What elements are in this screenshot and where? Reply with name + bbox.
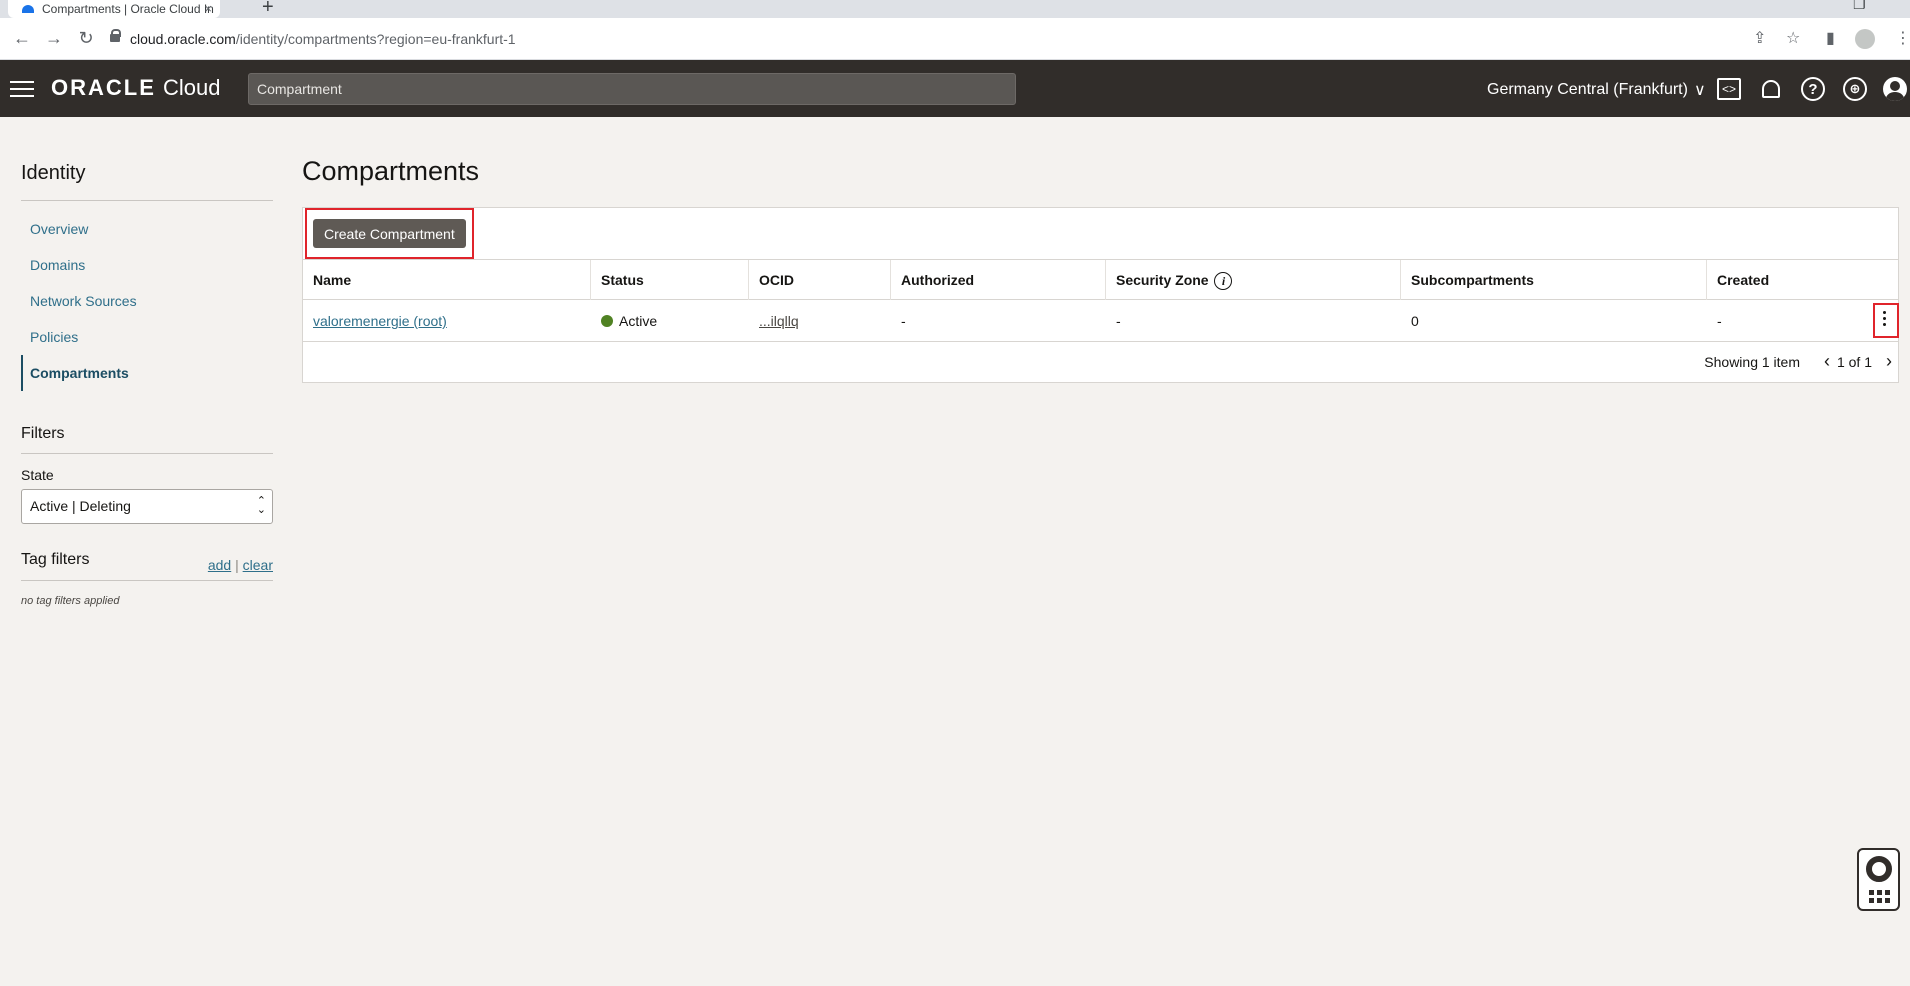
url-path: /identity/compartments?region=eu-frankfu… [235,31,516,47]
pager-next-icon[interactable]: › [1886,351,1892,372]
status-active-icon [601,315,613,327]
tab-close-icon[interactable]: × [204,1,212,16]
window-restore-icon[interactable]: ❐ [1853,0,1866,13]
row-actions-button[interactable] [1873,303,1899,338]
url-text: cloud.oracle.com/identity/compartments?r… [130,31,516,47]
side-panel-icon[interactable]: ▮ [1826,28,1835,48]
bookmark-star-icon[interactable]: ☆ [1786,28,1800,48]
browser-tab[interactable]: Compartments | Oracle Cloud In × [8,0,220,18]
select-arrows-icon: ⌃ ⌄ [256,495,266,516]
column-header-subcompartments[interactable]: Subcompartments [1401,260,1707,300]
tag-filter-separator: | [235,557,239,573]
divider [21,580,273,581]
cell-security-zone: - [1116,313,1121,329]
oracle-cloud-logo[interactable]: ORACLE Cloud [51,75,221,101]
compartments-table-panel: Create Compartment Name Status OCID Auth… [302,207,1899,383]
ocid-link[interactable]: ...ilqllq [759,313,799,329]
tag-filter-clear-link[interactable]: clear [243,557,273,573]
new-tab-button[interactable]: + [262,0,274,19]
oracle-favicon-icon [22,5,34,13]
column-header-status[interactable]: Status [591,260,749,300]
app-grid-icon [1869,890,1891,903]
kebab-menu-icon [1883,311,1889,329]
tab-title: Compartments | Oracle Cloud In [42,2,214,16]
pager-summary: Showing 1 item [1704,354,1800,370]
brand-cloud: Cloud [163,75,221,100]
browser-menu-icon[interactable]: ⋮ [1895,28,1910,48]
cell-created: - [1717,313,1722,329]
sidebar-title: Identity [21,162,86,184]
pager-count: 1 of 1 [1836,354,1872,370]
address-bar[interactable]: cloud.oracle.com/identity/compartments?r… [110,25,1810,53]
cell-name: valoremenergie (root) [303,300,447,342]
sidebar-nav: Overview Domains Network Sources Policie… [21,211,273,391]
back-button[interactable]: ← [10,26,34,50]
console-header: ORACLE Cloud Germany Central (Frankfurt)… [0,60,1910,117]
tag-filter-links: add | clear [208,557,273,573]
user-icon[interactable] [1882,76,1908,102]
divider [21,200,273,201]
code-editor-icon[interactable]: <> [1716,76,1742,102]
browser-toolbar: ← → ↻ cloud.oracle.com/identity/compartm… [0,18,1910,60]
forward-button[interactable]: → [42,26,66,50]
cell-authorized: - [901,313,906,329]
state-select[interactable]: Active | Deleting ⌃ ⌄ [21,489,273,524]
column-header-security-zone[interactable]: Security Zone i [1106,260,1401,300]
table-footer: Showing 1 item ‹ 1 of 1 › [303,342,1898,382]
globe-icon[interactable]: ⊕ [1842,76,1868,102]
column-header-authorized[interactable]: Authorized [891,260,1106,300]
column-header-security-zone-label: Security Zone [1116,272,1209,288]
sidebar-item-domains[interactable]: Domains [21,247,273,283]
pager-prev-icon[interactable]: ‹ [1824,351,1830,372]
sidebar-item-network-sources[interactable]: Network Sources [21,283,273,319]
cell-ocid: ...ilqllq [749,300,799,342]
lifebuoy-icon [1866,856,1892,882]
help-icon[interactable]: ? [1800,76,1826,102]
table-row: valoremenergie (root) Active ...ilqllq -… [303,300,1899,342]
browser-tab-strip: Compartments | Oracle Cloud In × + ❐ [0,0,1910,18]
console-search-input[interactable] [248,73,1016,105]
status-text: Active [619,313,658,329]
tag-filters-title: Tag filters [21,551,90,568]
table-header: Name Status OCID Authorized Security Zon… [303,260,1898,300]
column-header-created[interactable]: Created [1707,260,1900,300]
reload-button[interactable]: ↻ [74,26,98,50]
column-header-name[interactable]: Name [303,260,591,300]
help-widget-button[interactable] [1857,848,1900,911]
sidebar-item-compartments[interactable]: Compartments [21,355,273,391]
region-label: Germany Central (Frankfurt) [1487,81,1688,98]
sidebar-item-overview[interactable]: Overview [21,211,273,247]
table-toolbar: Create Compartment [303,208,1898,260]
tag-filter-add-link[interactable]: add [208,557,231,573]
page-title: Compartments [302,156,480,186]
tag-filters-note: no tag filters applied [21,595,120,607]
brand-oracle: ORACLE [51,75,156,100]
lock-icon [110,29,121,44]
cell-status: Active [591,300,657,342]
state-select-value: Active | Deleting [30,498,131,514]
region-selector[interactable]: Germany Central (Frankfurt) ∨ [1487,80,1706,100]
sidebar-item-policies[interactable]: Policies [21,319,273,355]
share-icon[interactable]: ⇪ [1753,28,1766,48]
cell-subcompartments: 0 [1411,313,1419,329]
divider [21,453,273,454]
browser-profile-icon[interactable] [1855,29,1875,49]
compartment-name-link[interactable]: valoremenergie (root) [313,313,447,329]
bell-icon[interactable] [1758,76,1784,102]
hamburger-menu-icon[interactable] [10,81,34,97]
url-host: cloud.oracle.com [130,31,236,47]
create-compartment-button[interactable]: Create Compartment [313,219,466,248]
chevron-down-icon: ∨ [1693,82,1706,99]
column-header-ocid[interactable]: OCID [749,260,891,300]
info-icon[interactable]: i [1214,272,1233,291]
state-label: State [21,467,54,483]
filters-title: Filters [21,425,65,442]
